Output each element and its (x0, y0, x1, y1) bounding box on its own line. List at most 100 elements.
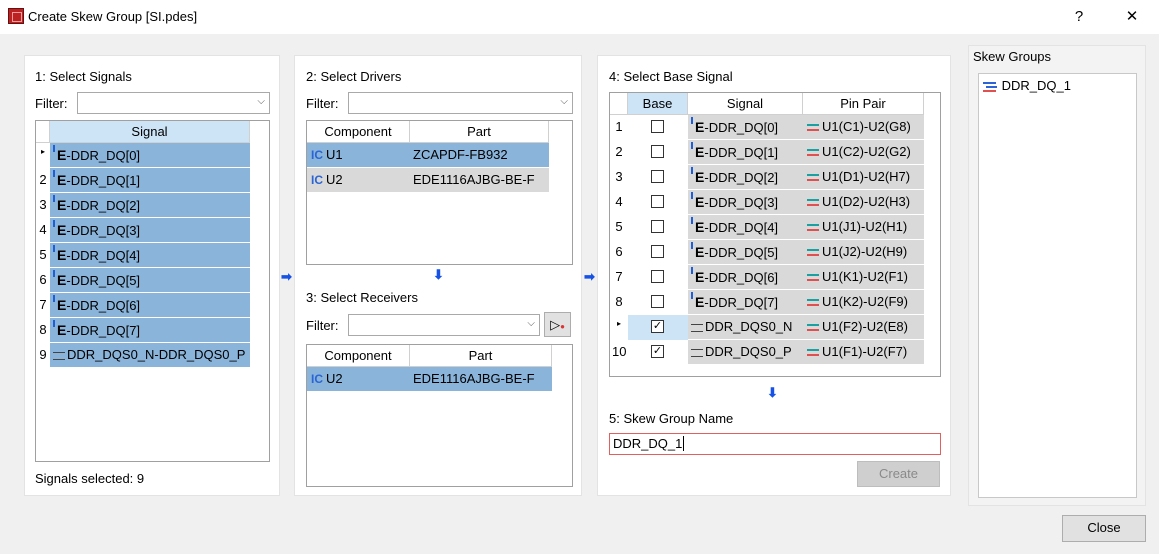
row-number: 9 (39, 347, 47, 362)
row-number: 8 (615, 294, 623, 309)
base-signal-row[interactable]: 3 E-DDR_DQ[2] U1(D1)-U2(H7) (610, 165, 924, 190)
net-icon: E (691, 165, 704, 189)
net-icon: E (691, 265, 704, 289)
row-number: 6 (39, 272, 47, 287)
pin-pair-column-header[interactable]: Pin Pair (803, 93, 924, 115)
pin-pair-value: U1(C1)-U2(G8) (822, 119, 911, 134)
signal-name: DDR_DQ[0] (708, 120, 779, 135)
pin-pair-icon (806, 297, 820, 309)
base-signal-row[interactable]: 2 E-DDR_DQ[1] U1(C2)-U2(G2) (610, 140, 924, 165)
base-signal-grid[interactable]: Base Signal Pin Pair 1 E-DDR_DQ[0] U1(C1)-… (609, 92, 941, 377)
base-checkbox[interactable] (651, 195, 664, 208)
signal-name: DDR_DQ[7] (708, 295, 779, 310)
row-number: 2 (615, 144, 623, 159)
diff-pair-icon (691, 348, 703, 357)
base-checkbox[interactable] (651, 220, 664, 233)
driver-filter-combo[interactable]: ⌵ (348, 92, 573, 114)
base-checkbox[interactable] (651, 295, 664, 308)
signal-name: DDR_DQS0_P (705, 344, 792, 359)
row-number: 8 (39, 322, 47, 337)
diff-pair-icon (691, 323, 703, 332)
base-cell: ✓ (628, 315, 688, 340)
base-signal-row[interactable]: 8 E-DDR_DQ[7] U1(K2)-U2(F9) (610, 290, 924, 315)
base-checkbox[interactable] (651, 270, 664, 283)
base-cell (628, 240, 688, 265)
base-signal-row[interactable]: 4 E-DDR_DQ[3] U1(D2)-U2(H3) (610, 190, 924, 215)
net-icon: E (691, 290, 704, 314)
pin-pair-value: U1(F2)-U2(E8) (822, 319, 908, 334)
signal-column-header[interactable]: Signal (50, 121, 250, 143)
signal-name: DDR_DQ[6] (708, 270, 779, 285)
base-cell (628, 140, 688, 165)
skew-group-name-input[interactable]: DDR_DQ_1 (609, 433, 941, 455)
skew-group-icon (982, 80, 998, 94)
ic-component-icon: IC (311, 173, 323, 187)
close-button[interactable]: Close (1062, 515, 1146, 542)
pin-pair-icon (806, 322, 820, 334)
title-bar: Create Skew Group [SI.pdes] ? ✕ (0, 0, 1159, 34)
row-pointer-icon: ▸ (616, 319, 621, 328)
base-checkbox[interactable]: ✓ (651, 320, 664, 333)
base-signal-panel: 4: Select Base Signal Base Signal Pin Pa… (597, 55, 951, 496)
net-icon: E (53, 218, 66, 242)
base-signal-row[interactable]: 1 E-DDR_DQ[0] U1(C1)-U2(G8) (610, 115, 924, 140)
base-checkbox[interactable] (651, 245, 664, 258)
help-button[interactable]: ? (1064, 6, 1094, 28)
row-number: 10 (612, 344, 627, 359)
part-column-header[interactable]: Part (410, 345, 552, 367)
window-title: Create Skew Group [SI.pdes] (28, 9, 198, 24)
net-icon: E (691, 115, 704, 139)
signal-name: DDR_DQ[7] (70, 323, 141, 338)
base-checkbox[interactable]: ✓ (651, 345, 664, 358)
net-icon: E (691, 190, 704, 214)
receivers-grid[interactable]: Component Part IC U2 EDE1116AJBG-BE-F (306, 344, 573, 487)
step4-title: 4: Select Base Signal (609, 69, 733, 84)
component-column-header[interactable]: Component (307, 345, 410, 367)
base-cell (628, 190, 688, 215)
step1-title: 1: Select Signals (35, 69, 132, 84)
part-name: EDE1116AJBG-BE-F (410, 367, 552, 392)
signal-name: DDR_DQ[2] (70, 198, 141, 213)
probe-button[interactable]: ▷● (544, 312, 571, 337)
grid-corner (36, 121, 50, 143)
row-number: 3 (39, 197, 47, 212)
base-checkbox[interactable] (651, 170, 664, 183)
row-number: 4 (39, 222, 47, 237)
signals-grid[interactable]: Signal ▸ E-DDR_DQ[0] 2 E-DDR_DQ[1] 3 E-D… (35, 120, 270, 462)
app-icon (8, 8, 24, 24)
signal-name: DDR_DQ[4] (70, 248, 141, 263)
part-column-header[interactable]: Part (410, 121, 549, 143)
close-window-button[interactable]: ✕ (1117, 6, 1147, 28)
skew-groups-title: Skew Groups (973, 49, 1052, 64)
skew-group-item[interactable]: DDR_DQ_1 (982, 78, 1071, 94)
pin-pair-icon (806, 172, 820, 184)
signal-name: DDR_DQ[1] (70, 173, 141, 188)
ic-component-icon: IC (311, 372, 323, 386)
row-number: 1 (615, 119, 623, 134)
base-checkbox[interactable] (651, 120, 664, 133)
component-name: U2 (326, 371, 343, 386)
signal-column-header[interactable]: Signal (688, 93, 803, 115)
row-number: 5 (615, 219, 623, 234)
component-column-header[interactable]: Component (307, 121, 410, 143)
ic-component-icon: IC (311, 148, 323, 162)
arrow-down-icon: ⬇ (433, 267, 444, 282)
base-signal-row[interactable]: 6 E-DDR_DQ[5] U1(J2)-U2(H9) (610, 240, 924, 265)
base-signal-row[interactable]: 5 E-DDR_DQ[4] U1(J1)-U2(H1) (610, 215, 924, 240)
base-signal-row[interactable]: 7 E-DDR_DQ[6] U1(K1)-U2(F1) (610, 265, 924, 290)
base-checkbox[interactable] (651, 145, 664, 158)
base-signal-row[interactable]: ▸ ✓ DDR_DQS0_N U1(F2)-U2(E8) (610, 315, 924, 340)
signal-name: DDR_DQ[6] (70, 298, 141, 313)
pin-pair-value: U1(D2)-U2(H3) (822, 194, 911, 209)
base-signal-row[interactable]: 10 ✓ DDR_DQS0_P U1(F1)-U2(F7) (610, 340, 924, 365)
signal-filter-combo[interactable]: ⌵ (77, 92, 270, 114)
drivers-grid[interactable]: Component Part IC U1 ZCAPDF-FB932 IC U2 ED… (306, 120, 573, 265)
base-column-header[interactable]: Base (628, 93, 688, 115)
skew-groups-list[interactable]: DDR_DQ_1 (978, 73, 1137, 498)
row-number: 7 (615, 269, 623, 284)
net-icon: E (53, 293, 66, 317)
pin-pair-icon (806, 122, 820, 134)
create-button[interactable]: Create (857, 461, 940, 487)
row-number: 7 (39, 297, 47, 312)
receiver-filter-combo[interactable]: ⌵ (348, 314, 540, 336)
